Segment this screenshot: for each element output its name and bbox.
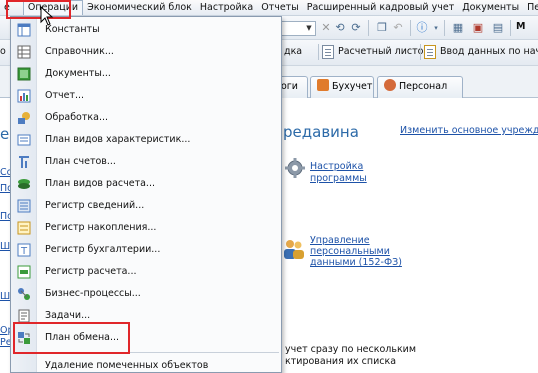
menu-item-characteristics-plan[interactable]: План видов характеристик... — [11, 129, 281, 151]
menu-item-label: Документы... — [45, 68, 111, 79]
toolbar-divider — [420, 44, 421, 60]
characteristics-plan-icon — [17, 134, 31, 146]
menu-item-label: Справочник... — [45, 46, 114, 57]
calculation-types-icon — [18, 179, 30, 189]
calendar-icon[interactable]: ▣ — [470, 20, 486, 36]
menu-item-accumulation-register[interactable]: Регистр накопления... — [11, 217, 281, 239]
highlight-box-operations — [6, 0, 71, 19]
menu-item-label: План видов характеристик... — [45, 134, 191, 145]
accounting-icon — [317, 79, 329, 91]
menu-item-label: План видов расчета... — [45, 178, 155, 189]
toolbar-divider — [410, 20, 411, 36]
cut-link[interactable]: Ш — [0, 241, 10, 252]
menu-item-business-processes[interactable]: Бизнес-процессы... — [11, 283, 281, 305]
page-title: редавина — [283, 123, 359, 141]
catalog-icon — [17, 45, 31, 59]
chart-of-accounts-icon — [19, 156, 29, 168]
menu-extended-hr[interactable]: Расширенный кадровый учет — [303, 0, 459, 15]
menu-item-accounting-register[interactable]: T Регистр бухгалтерии... — [11, 239, 281, 261]
menu-item-label: Регистр накопления... — [45, 222, 157, 233]
report-icon — [17, 89, 31, 103]
memory-icon[interactable]: M — [516, 21, 525, 32]
business-processes-icon — [18, 288, 30, 300]
menu-item-label: Регистр сведений... — [45, 200, 145, 211]
menu-item-label: Бизнес-процессы... — [45, 288, 141, 299]
calculator-icon[interactable]: ▤ — [490, 20, 506, 36]
accounting-register-icon: T — [17, 243, 31, 257]
processing-icon — [18, 112, 30, 124]
menu-item-report[interactable]: Отчет... — [11, 85, 281, 107]
data-entry-button[interactable]: Ввод данных по начи — [440, 46, 538, 57]
tab-label: Бухучет — [332, 81, 373, 92]
personal-data-link-line[interactable]: персональными — [310, 246, 390, 257]
payslip-icon — [322, 45, 334, 59]
menu-documents[interactable]: Документы — [458, 0, 523, 15]
menu-item-label: Задачи... — [45, 310, 91, 321]
menu-personnel[interactable]: Персо — [523, 0, 538, 15]
data-entry-icon — [424, 45, 436, 59]
change-organization-link[interactable]: Изменить основное учрежд — [400, 125, 538, 136]
tasks-icon — [18, 309, 30, 323]
toolbar-divider — [444, 20, 445, 36]
copy-icon[interactable]: ❐ — [374, 20, 390, 36]
menu-economic-block[interactable]: Экономический блок — [83, 0, 196, 15]
menu-settings[interactable]: Настройка — [196, 0, 257, 15]
gear-icon — [285, 158, 305, 178]
settings-link-line[interactable]: программы — [310, 173, 367, 184]
calculation-register-icon — [17, 265, 31, 279]
tab-buhuchet[interactable]: Бухучет — [310, 76, 374, 98]
undo-icon[interactable]: ↶ — [390, 20, 406, 36]
menu-item-label: Отчет... — [45, 90, 85, 101]
menu-item-delete-marked[interactable]: Удаление помеченных объектов — [11, 355, 281, 373]
toolbar-button-cut[interactable]: дка — [284, 46, 302, 57]
menu-item-label: Удаление помеченных объектов — [45, 360, 209, 371]
menu-item-label: Регистр расчета... — [45, 266, 137, 277]
toolbar-divider — [368, 20, 369, 36]
menu-item-processing[interactable]: Обработка... — [11, 107, 281, 129]
menu-item-label: Обработка... — [45, 112, 109, 123]
search-combo[interactable]: ▼ — [280, 21, 316, 36]
cut-text: е — [0, 125, 10, 143]
description-line: учет сразу по нескольким — [285, 344, 417, 355]
highlight-box-exchange-plan — [13, 322, 130, 354]
menu-item-catalog[interactable]: Справочник... — [11, 41, 281, 63]
mouse-cursor-icon — [40, 6, 54, 26]
people-icon — [284, 240, 304, 259]
personal-data-link-line[interactable]: Управление — [310, 235, 370, 246]
description-text: учет сразу по нескольким ктирования их с… — [285, 344, 416, 368]
toolbar-divider — [510, 20, 511, 36]
table-icon[interactable]: ▦ — [450, 20, 466, 36]
info-register-icon — [17, 199, 31, 213]
svg-text:T: T — [20, 246, 28, 257]
menu-item-label: Регистр бухгалтерии... — [45, 244, 161, 255]
toolbar-cut: о — [0, 46, 6, 57]
menu-item-info-register[interactable]: Регистр сведений... — [11, 195, 281, 217]
menu-item-calculation-register[interactable]: Регистр расчета... — [11, 261, 281, 283]
tab-label: Персонал — [399, 81, 448, 92]
chevron-down-icon[interactable]: ▼ — [304, 23, 314, 34]
menu-item-label: План счетов... — [45, 156, 116, 167]
payslip-button[interactable]: Расчетный листок — [338, 46, 429, 57]
menu-item-calculation-types[interactable]: План видов расчета... — [11, 173, 281, 195]
tab-label: оги — [281, 81, 298, 92]
person-icon — [384, 79, 396, 91]
constants-icon — [17, 23, 31, 37]
personal-data-link-line[interactable]: данными (152-ФЗ) — [310, 257, 402, 268]
personal-data-link[interactable]: Управление персональными данными (152-ФЗ… — [310, 235, 402, 268]
settings-link-line[interactable]: Настройка — [310, 161, 363, 172]
accumulation-register-icon — [17, 221, 31, 235]
settings-link[interactable]: Настройка программы — [310, 161, 367, 185]
description-line: ктирования их списка — [285, 356, 397, 367]
documents-icon — [17, 67, 31, 81]
tab-personnel[interactable]: Персонал — [377, 76, 463, 98]
menubar: е Операции Экономический блок Настройка … — [0, 0, 538, 16]
search-back-icon[interactable]: ⟲ — [332, 20, 348, 36]
toolbar-divider — [318, 44, 319, 60]
menu-item-chart-of-accounts[interactable]: План счетов... — [11, 151, 281, 173]
search-forward-icon[interactable]: ⟳ — [348, 20, 364, 36]
chevron-down-icon[interactable]: ▾ — [428, 20, 444, 36]
menu-reports[interactable]: Отчеты — [257, 0, 303, 15]
menu-item-documents[interactable]: Документы... — [11, 63, 281, 85]
operations-menu: Константы Справочник... Документы... Отч… — [10, 16, 282, 373]
